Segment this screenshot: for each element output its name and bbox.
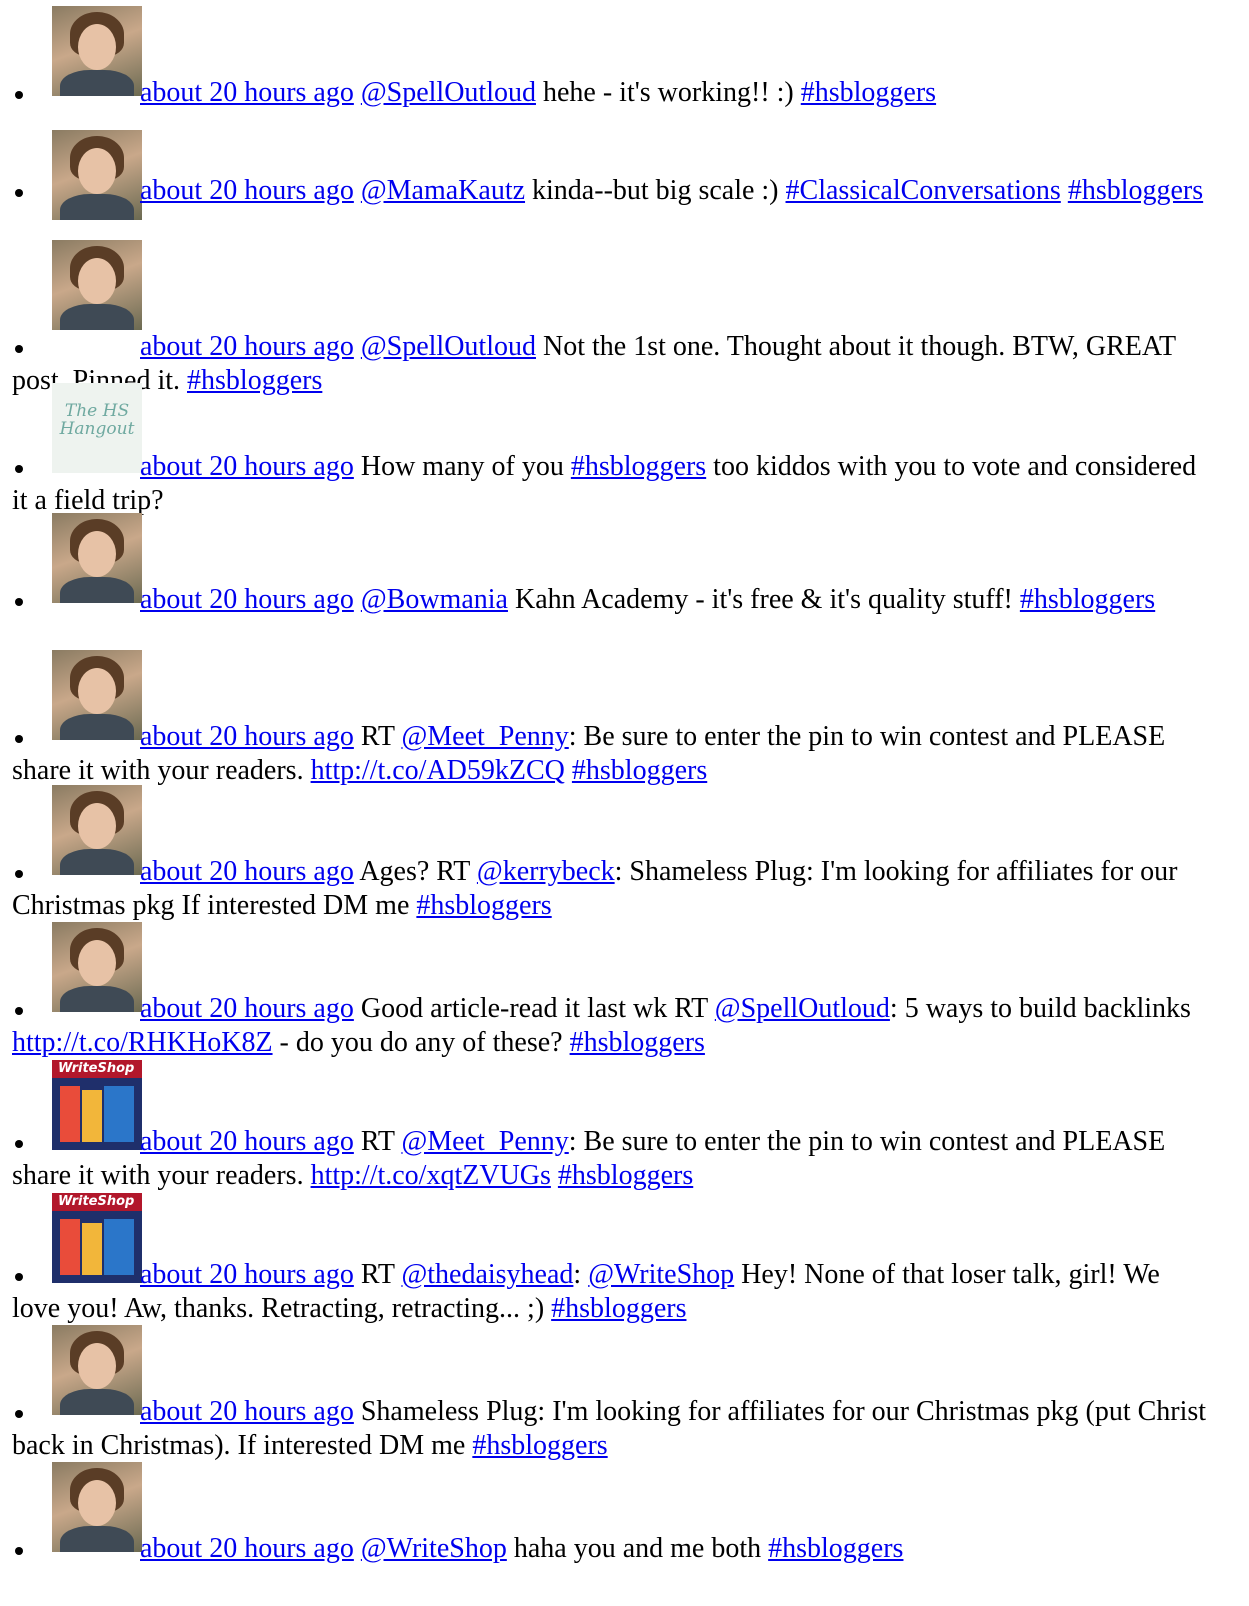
tweet-text: about 20 hours ago RT @Meet_Penny: Be su…	[12, 1125, 1212, 1193]
tweet-body-text: : 5 ways to build backlinks	[889, 993, 1191, 1024]
url-link[interactable]: http://t.co/AD59kZCQ	[311, 755, 565, 786]
tweet-text: about 20 hours ago @MamaKautz kinda--but…	[12, 174, 1212, 208]
logo-text: WriteShop	[58, 1194, 135, 1209]
mention-link[interactable]: @SpellOutloud	[361, 331, 536, 362]
tweet-body-text: hehe - it's working!! :)	[535, 77, 801, 108]
tweet-timestamp-link[interactable]: about 20 hours ago	[140, 1259, 354, 1290]
tweet-body-text: Ages? RT	[359, 856, 477, 887]
mention-link[interactable]: @MamaKautz	[361, 175, 525, 206]
tweet-body-text: RT	[360, 1126, 402, 1157]
tweet-text: about 20 hours ago Good article-read it …	[12, 992, 1212, 1060]
avatar-face	[78, 1480, 116, 1526]
tweet-body-text: kinda--but big scale :)	[525, 175, 786, 206]
tweet-body-text	[1061, 175, 1068, 206]
hashtag-link[interactable]: #hsbloggers	[570, 1027, 705, 1058]
avatar-face	[78, 940, 116, 986]
tweet-timestamp-link[interactable]: about 20 hours ago	[140, 331, 354, 362]
tweet-timestamp-link[interactable]: about 20 hours ago	[140, 993, 354, 1024]
url-link[interactable]: http://t.co/xqtZVUGs	[311, 1160, 551, 1191]
tweet-text: about 20 hours ago Shameless Plug: I'm l…	[12, 1395, 1212, 1463]
tweet-body-text: - do you do any of these?	[272, 1027, 570, 1059]
avatar-face	[78, 668, 116, 714]
tweet-timestamp-link[interactable]: about 20 hours ago	[140, 1396, 354, 1427]
tweet-body-text	[565, 755, 572, 786]
hashtag-link[interactable]: #hsbloggers	[572, 755, 707, 786]
tweet-body-text: RT	[360, 1259, 402, 1290]
hashtag-link[interactable]: #hsbloggers	[472, 1430, 607, 1461]
mention-link[interactable]: @thedaisyhead	[401, 1259, 573, 1290]
tweet-text: about 20 hours ago How many of you #hsbl…	[12, 450, 1212, 518]
tweet-text: about 20 hours ago @Bowmania Kahn Academ…	[12, 583, 1212, 617]
tweet-body-text: haha you and me both	[506, 1533, 769, 1564]
tweet-body-text: How many of you	[360, 451, 571, 482]
tweet-body-text	[551, 1160, 558, 1191]
avatar-face	[78, 803, 116, 849]
tweet-timestamp-link[interactable]: about 20 hours ago	[140, 584, 354, 615]
hashtag-link[interactable]: #hsbloggers	[416, 890, 551, 921]
hashtag-link[interactable]: #hsbloggers	[801, 77, 936, 108]
tweet-body-text: Kahn Academy - it's free & it's quality …	[507, 584, 1020, 615]
logo-text: WriteShop	[58, 1061, 135, 1076]
tweet-body-text: :	[573, 1259, 589, 1290]
tweet-timestamp-link[interactable]: about 20 hours ago	[140, 1533, 354, 1564]
url-link[interactable]: http://t.co/RHKHoK8Z	[12, 1027, 273, 1058]
tweet-text: about 20 hours ago @SpellOutloud Not the…	[12, 330, 1212, 398]
tweet-text: about 20 hours ago RT @Meet_Penny: Be su…	[12, 720, 1212, 788]
tweet-text: about 20 hours ago Ages? RT @kerrybeck: …	[12, 855, 1212, 923]
mention-link[interactable]: @WriteShop	[588, 1259, 734, 1290]
avatar-face	[78, 24, 116, 70]
mention-link[interactable]: @SpellOutloud	[715, 993, 890, 1024]
hashtag-link[interactable]: #hsbloggers	[558, 1160, 693, 1191]
hashtag-link[interactable]: #hsbloggers	[1020, 584, 1155, 615]
avatar	[52, 240, 142, 330]
mention-link[interactable]: @Meet_Penny	[401, 1126, 568, 1157]
hashtag-link[interactable]: #hsbloggers	[571, 451, 706, 482]
tweet-body-text: RT	[360, 721, 402, 752]
hashtag-link[interactable]: #hsbloggers	[1068, 175, 1203, 206]
avatar-face	[78, 531, 116, 577]
hashtag-link[interactable]: #hsbloggers	[551, 1293, 686, 1324]
tweet-timestamp-link[interactable]: about 20 hours ago	[140, 1126, 354, 1157]
mention-link[interactable]: @kerrybeck	[477, 856, 615, 887]
tweet-timestamp-link[interactable]: about 20 hours ago	[140, 856, 354, 887]
tweet-timestamp-link[interactable]: about 20 hours ago	[140, 721, 354, 752]
tweet-timestamp-link[interactable]: about 20 hours ago	[140, 77, 354, 108]
hashtag-link[interactable]: #hsbloggers	[768, 1533, 903, 1564]
tweet-text: about 20 hours ago @WriteShop haha you a…	[12, 1532, 1212, 1566]
avatar-face	[78, 1343, 116, 1389]
mention-link[interactable]: @Meet_Penny	[401, 721, 568, 752]
mention-link[interactable]: @SpellOutloud	[361, 77, 536, 108]
logo-text: The HS Hangout	[59, 401, 135, 439]
mention-link[interactable]: @Bowmania	[361, 584, 508, 615]
tweet-text: about 20 hours ago @SpellOutloud hehe - …	[12, 76, 1212, 110]
tweet-timestamp-link[interactable]: about 20 hours ago	[140, 175, 354, 206]
hashtag-link[interactable]: #ClassicalConversations	[786, 175, 1061, 206]
tweet-timestamp-link[interactable]: about 20 hours ago	[140, 451, 354, 482]
tweet-body-text: Good article-read it last wk RT	[360, 993, 715, 1024]
avatar-shoulders	[60, 304, 134, 330]
avatar-face	[78, 258, 116, 304]
tweet-text: about 20 hours ago RT @thedaisyhead: @Wr…	[12, 1258, 1212, 1326]
mention-link[interactable]: @WriteShop	[361, 1533, 507, 1564]
hashtag-link[interactable]: #hsbloggers	[187, 365, 322, 396]
